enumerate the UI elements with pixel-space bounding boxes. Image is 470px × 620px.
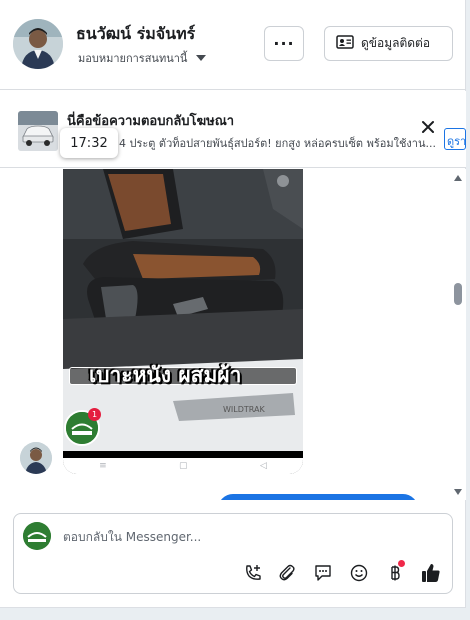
close-icon[interactable] [418,117,438,137]
assign-label: มอบหมายการสนทนานี้ [78,52,188,65]
assign-conversation-dropdown[interactable]: มอบหมายการสนทนานี้ [78,49,207,67]
thumbs-up-icon[interactable] [418,560,444,586]
ad-thumbnail[interactable] [18,111,58,151]
scroll-thumb[interactable] [454,283,462,305]
chevron-down-icon [196,55,207,61]
home-icon: ▢ [179,461,188,471]
back-icon: ◁ [259,461,267,471]
sender-avatar [20,442,52,474]
contact-avatar[interactable] [13,19,63,69]
scroll-down-arrow[interactable] [454,489,462,495]
page-avatar [23,522,51,550]
video-message[interactable]: WILDTRAK ▶ เบาะหนัง ผสมผ้า [63,169,303,474]
reply-input[interactable] [63,527,403,547]
more-label: ··· [273,34,295,53]
contact-card-icon [336,35,354,52]
reply-composer [13,513,453,594]
baht-icon[interactable] [382,560,408,586]
emoji-icon[interactable] [346,560,372,586]
more-options-button[interactable]: ··· [264,26,304,61]
contact-info-label: ดูข้อมูลติดต่อ [361,36,431,50]
view-contact-info-button[interactable]: ดูข้อมูลติดต่อ [324,26,453,61]
ad-text: 4 ประตู ตัวท็อปสายพันธุ์สปอร์ต! ยกสูง หล… [119,137,436,150]
phone-plus-icon[interactable] [240,560,266,586]
timestamp-tooltip: 17:32 [60,128,118,158]
conversation-panel: ธนวัฒน์ ร่มจันทร์ มอบหมายการสนทนานี้ ···… [0,0,466,608]
new-feature-dot [398,560,405,567]
scroll-up-arrow[interactable] [454,175,462,181]
ad-view-link[interactable]: ดูรา [444,128,466,150]
outgoing-message-bubble[interactable] [218,494,418,500]
scrollbar[interactable] [452,169,464,500]
menu-icon: ≡ [99,461,107,471]
composer-toolbar [240,560,450,586]
message-thread: WILDTRAK ▶ เบาะหนัง ผสมผ้า 1 ≡ ▢ ◁ [0,169,466,500]
conversation-header: ธนวัฒน์ ร่มจันทร์ มอบหมายการสนทนานี้ ···… [0,0,466,90]
video-nav-bar: ≡ ▢ ◁ [63,458,303,474]
contact-name: ธนวัฒน์ ร่มจันทร์ [76,24,196,43]
svg-text:WILDTRAK: WILDTRAK [223,405,265,414]
chat-bubble-icon[interactable] [310,560,336,586]
notification-badge: 1 [88,408,101,421]
paperclip-icon[interactable] [274,560,300,586]
video-caption: เบาะหนัง ผสมผ้า [89,363,242,387]
